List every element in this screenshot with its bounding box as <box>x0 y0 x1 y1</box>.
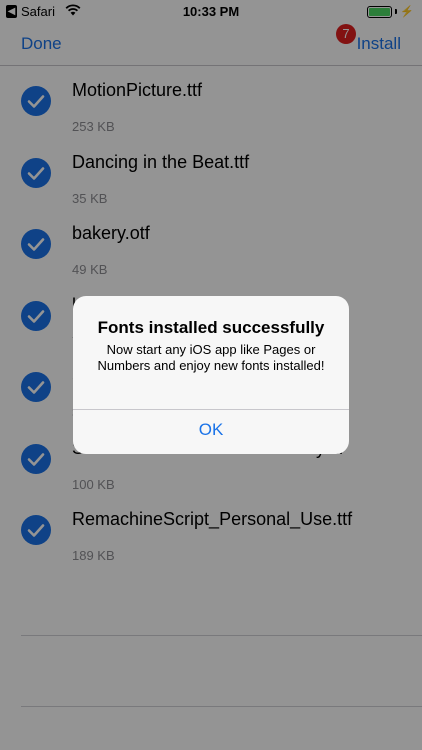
ok-button[interactable]: OK <box>73 410 349 454</box>
alert-title: Fonts installed successfully <box>97 318 325 337</box>
alert-message: Now start any iOS app like Pages or Numb… <box>97 342 325 373</box>
success-alert: Fonts installed successfully Now start a… <box>73 296 349 454</box>
